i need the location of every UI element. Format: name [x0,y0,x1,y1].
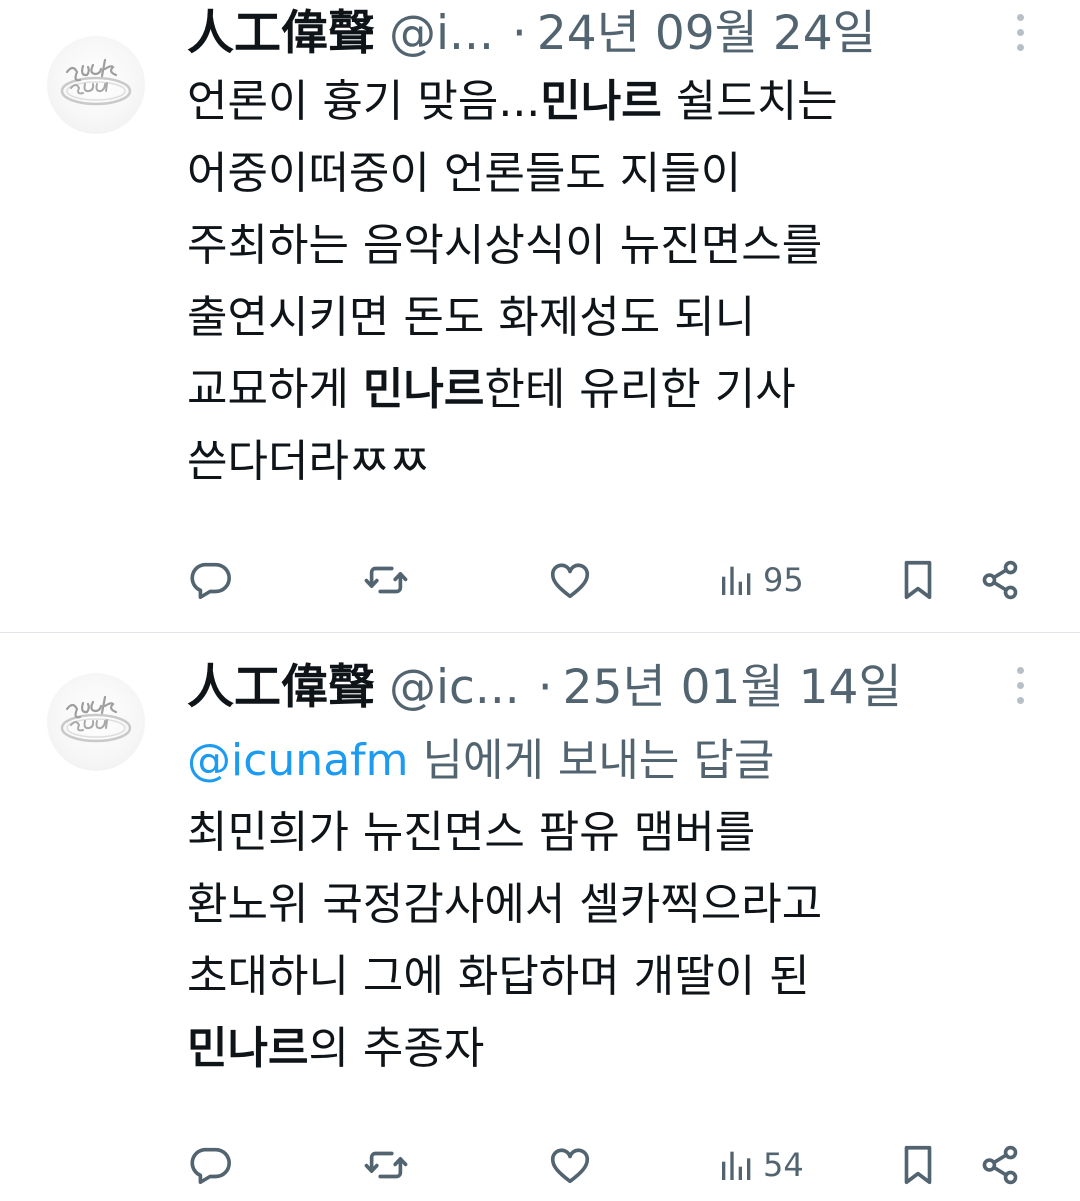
text-line: 언론이 흉기 맞음...민나르 쉴드치는 [187,66,1020,138]
text-segment: 쉴드치는 [661,76,838,127]
text-segment: 한테 유리한 기사 [484,364,796,415]
tweet-date[interactable]: 25년 01월 14일 [563,655,902,721]
text-line: 환노위 국정감사에서 셀카찍으라고 [187,869,1020,941]
text-line: 민나르의 추종자 [187,1013,1020,1085]
separator: · [537,660,553,715]
text-segment: 어중이떠중이 언론들도 지들이 [187,148,742,199]
text-segment: 출연시키면 돈도 화제성도 되니 [187,292,756,343]
text-segment: 언론이 흉기 맞음... [187,76,541,127]
mention-link[interactable]: @icunafm [187,735,409,786]
heart-icon [550,1148,590,1184]
views-button[interactable]: 95 [717,550,804,610]
tweet[interactable]: 人工偉聲 @i... · 24년 09월 24일 언론이 흉기 맞음...민나르… [0,0,1080,632]
share-icon [982,560,1018,600]
share-button[interactable] [977,1135,1023,1195]
reply-icon [190,562,231,600]
reply-button[interactable] [187,1135,233,1195]
reply-context: @icunafm 님에게 보내는 답글 [187,725,1020,797]
text-segment: 쓴다더라ㅉㅉ [187,436,430,487]
like-button[interactable] [547,1135,593,1195]
tweet-actions: 54 [187,1135,1037,1195]
bookmark-icon [904,560,932,600]
reply-icon [190,1147,231,1185]
bold-text-segment: 민나르 [362,364,485,415]
avatar[interactable] [47,36,145,134]
share-button[interactable] [977,550,1023,610]
reply-button[interactable] [187,550,233,610]
retweet-icon [364,1151,408,1179]
text-segment: 초대하니 그에 화답하며 개딸이 된 [187,951,810,1002]
handle[interactable]: @i... [389,1,494,67]
retweet-icon [364,566,408,594]
text-segment: 주최하는 음악시상식이 뉴진면스를 [187,220,823,271]
views-count: 54 [763,1146,804,1184]
views-chart-icon [722,566,751,595]
display-name[interactable]: 人工偉聲 [187,1,375,67]
bookmark-icon [904,1145,932,1185]
tweet-header: 人工偉聲 @ic... · 25년 01월 14일 [187,655,970,721]
heart-icon [550,563,590,599]
views-chart-icon [722,1151,751,1180]
tweet-actions: 95 [187,550,1037,610]
retweet-button[interactable] [363,550,409,610]
bookmark-button[interactable] [895,550,941,610]
handle[interactable]: @ic... [389,655,520,721]
text-line: 교묘하게 민나르한테 유리한 기사 [187,354,1020,426]
tweet-date[interactable]: 24년 09월 24일 [537,1,876,67]
tweet[interactable]: 人工偉聲 @ic... · 25년 01월 14일 @icunafm 님에게 보… [0,633,1080,1201]
avatar[interactable] [47,673,145,771]
tweet-header: 人工偉聲 @i... · 24년 09월 24일 [187,1,970,67]
tweet-text: @icunafm 님에게 보내는 답글 최민희가 뉴진면스 팜유 맴버를 환노위… [187,725,1020,1085]
text-line: 출연시키면 돈도 화제성도 되니 [187,282,1020,354]
bold-text-segment: 민나르 [540,76,662,127]
text-line: 어중이떠중이 언론들도 지들이 [187,138,1020,210]
display-name[interactable]: 人工偉聲 [187,655,375,721]
views-button[interactable]: 54 [717,1135,804,1195]
more-vertical-icon[interactable] [1008,14,1032,58]
tweet-text: 언론이 흉기 맞음...민나르 쉴드치는 어중이떠중이 언론들도 지들이 주최하… [187,66,1020,498]
text-segment: 환노위 국정감사에서 셀카찍으라고 [187,879,823,930]
retweet-button[interactable] [363,1135,409,1195]
text-line: 초대하니 그에 화답하며 개딸이 된 [187,941,1020,1013]
separator: · [511,6,527,61]
text-segment: 의 추종자 [308,1023,485,1074]
text-line: 주최하는 음악시상식이 뉴진면스를 [187,210,1020,282]
text-line: 최민희가 뉴진면스 팜유 맴버를 [187,797,1020,869]
text-segment: 교묘하게 [187,364,363,415]
like-button[interactable] [547,550,593,610]
views-count: 95 [763,561,804,599]
ring-avatar-icon [60,695,132,743]
ring-avatar-icon [60,58,132,106]
text-segment: 최민희가 뉴진면스 팜유 맴버를 [187,807,756,858]
bookmark-button[interactable] [895,1135,941,1195]
text-line: 쓴다더라ㅉㅉ [187,426,1020,498]
bold-text-segment: 민나르 [187,1023,309,1074]
share-icon [982,1145,1018,1185]
more-vertical-icon[interactable] [1008,667,1032,711]
reply-context-text: 님에게 보내는 답글 [408,735,775,786]
